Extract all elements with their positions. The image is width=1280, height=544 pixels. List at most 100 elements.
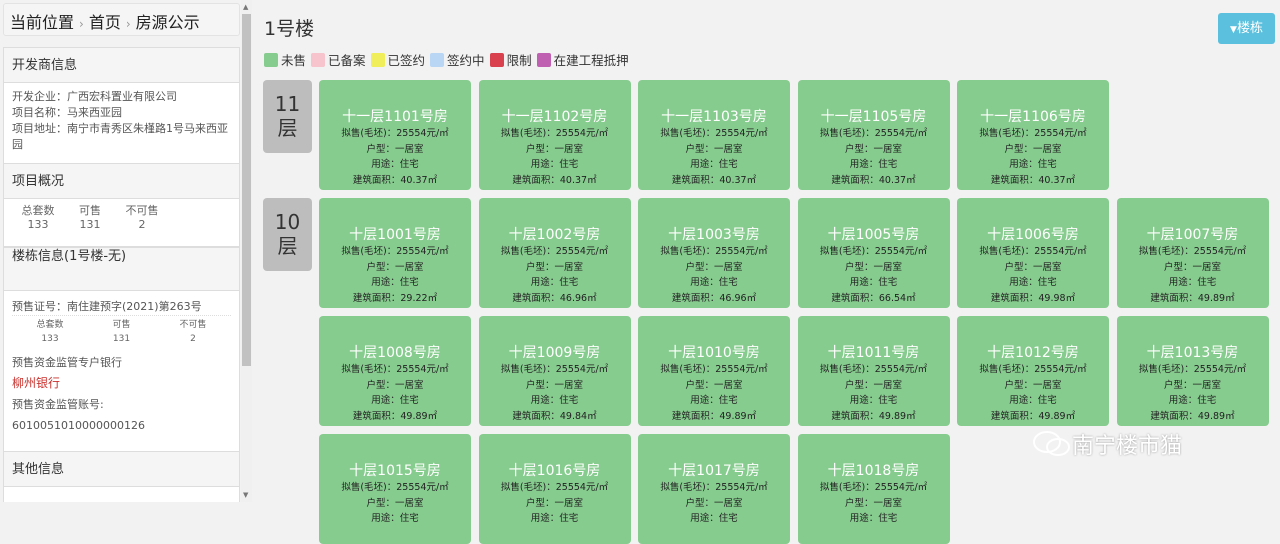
- room-card[interactable]: 十层1007号房 拟售(毛坯)：25554元/㎡ 户型：一居室 用途：住宅 建筑面…: [1116, 198, 1269, 308]
- room-card[interactable]: 十层1017号房 拟售(毛坯)：25554元/㎡ 户型：一居室 用途：住宅: [638, 434, 790, 544]
- stat-label: 可售: [112, 320, 131, 330]
- room-area: 建筑面积：46.96㎡: [512, 292, 597, 304]
- room-title: 十一层1103号房: [661, 109, 767, 125]
- building-stats: 总套数 133 可售 131 不可售 2: [12, 318, 231, 346]
- scroll-down-icon[interactable]: ▼: [243, 491, 248, 499]
- breadcrumb-home[interactable]: 首页: [89, 13, 121, 32]
- room-card[interactable]: 十层1016号房 拟售(毛坯)：25554元/㎡ 户型：一居室 用途：住宅: [478, 434, 631, 544]
- room-type: 户型：一居室: [366, 497, 424, 509]
- room-card[interactable]: 十层1003号房 拟售(毛坯)：25554元/㎡ 户型：一居室 用途：住宅 建筑面…: [638, 198, 790, 308]
- room-type: 户型：一居室: [366, 261, 424, 273]
- room-use: 用途：住宅: [371, 395, 419, 406]
- room-use: 用途：住宅: [690, 159, 738, 170]
- room-type: 户型：一居室: [525, 143, 583, 155]
- room-area: 建筑面积：29.22㎡: [352, 292, 438, 304]
- room-card[interactable]: 十层1013号房 拟售(毛坯)：25554元/㎡ 户型：一居室 用途：住宅 建筑面…: [1116, 316, 1269, 426]
- room-use: 用途：住宅: [371, 159, 419, 170]
- room-price: 拟售(毛坯)：25554元/㎡: [660, 128, 768, 139]
- legend-item: 在建工程抵押: [536, 50, 629, 69]
- room-card[interactable]: 十一层1106号房 拟售(毛坯)：25554元/㎡ 户型：一居室 用途：住宅 建筑…: [957, 80, 1109, 190]
- room-title: 十层1001号房: [349, 227, 441, 243]
- legend-swatch: [370, 52, 385, 67]
- building-filter-button[interactable]: ▼楼栋: [1218, 13, 1275, 44]
- developer-company: 开发企业：广西宏科置业有限公司: [12, 90, 177, 103]
- legend-swatch: [430, 52, 445, 67]
- main-content: 1号楼 ▼楼栋 未售 已备案 已签约 签约中 限制 在建工程抵押 11 层十一层1101号房…: [262, 0, 1280, 544]
- room-area: 建筑面积：49.89㎡: [671, 410, 757, 422]
- other-heading: 其他信息: [4, 452, 239, 487]
- room-type: 户型：一居室: [844, 497, 902, 509]
- scrollbar-thumb[interactable]: [242, 14, 251, 366]
- legend-label: 已备案: [328, 53, 366, 68]
- sidebar-scrollbar[interactable]: ▲ ▼: [241, 0, 252, 502]
- legend-item: 限制: [489, 50, 532, 69]
- room-card[interactable]: 十层1001号房 拟售(毛坯)：25554元/㎡ 户型：一居室 用途：住宅 建筑面…: [319, 198, 471, 308]
- floor-label: 11 层: [263, 80, 312, 153]
- stat-value: 133: [27, 218, 49, 231]
- room-area: 建筑面积：49.98㎡: [990, 292, 1076, 304]
- room-use: 用途：住宅: [690, 513, 738, 524]
- room-card[interactable]: 十一层1105号房 拟售(毛坯)：25554元/㎡ 户型：一居室 用途：住宅 建筑…: [797, 80, 950, 190]
- breadcrumb-listing[interactable]: 房源公示: [136, 13, 200, 32]
- legend-label: 已签约: [387, 53, 426, 68]
- room-area: 建筑面积：40.37㎡: [990, 174, 1076, 186]
- room-price: 拟售(毛坯)：25554元/㎡: [979, 128, 1087, 139]
- room-card[interactable]: 十层1006号房 拟售(毛坯)：25554元/㎡ 户型：一居室 用途：住宅 建筑面…: [957, 198, 1109, 308]
- room-use: 用途：住宅: [1009, 395, 1057, 406]
- building-heading: 楼栋信息(1号楼-无): [4, 248, 239, 291]
- room-title: 十层1016号房: [508, 463, 601, 479]
- status-legend: 未售 已备案 已签约 签约中 限制 在建工程抵押: [264, 50, 634, 69]
- room-card[interactable]: 十层1010号房 拟售(毛坯)：25554元/㎡ 户型：一居室 用途：住宅 建筑面…: [638, 316, 790, 426]
- room-price: 拟售(毛坯)：25554元/㎡: [500, 364, 609, 375]
- room-price: 拟售(毛坯)：25554元/㎡: [819, 128, 928, 139]
- room-card[interactable]: 十层1015号房 拟售(毛坯)：25554元/㎡ 户型：一居室 用途：住宅: [319, 434, 471, 544]
- room-card[interactable]: 十层1018号房 拟售(毛坯)：25554元/㎡ 户型：一居室 用途：住宅: [797, 434, 950, 544]
- bank-name: 柳州银行: [12, 376, 61, 390]
- watermark-text: 南宁楼市猫: [1072, 434, 1183, 459]
- legend-label: 限制: [506, 53, 532, 68]
- room-area: 建筑面积：49.89㎡: [352, 410, 438, 422]
- room-card[interactable]: 十层1011号房 拟售(毛坯)：25554元/㎡ 户型：一居室 用途：住宅 建筑面…: [797, 316, 950, 426]
- room-card[interactable]: 十一层1103号房 拟售(毛坯)：25554元/㎡ 户型：一居室 用途：住宅 建筑…: [638, 80, 790, 190]
- room-price: 拟售(毛坯)：25554元/㎡: [500, 246, 609, 257]
- room-title: 十层1013号房: [1146, 345, 1239, 361]
- room-price: 拟售(毛坯)：25554元/㎡: [341, 482, 449, 493]
- room-area: 建筑面积：40.37㎡: [352, 174, 438, 186]
- room-card[interactable]: 十层1005号房 拟售(毛坯)：25554元/㎡ 户型：一居室 用途：住宅 建筑面…: [797, 198, 950, 308]
- room-price: 拟售(毛坯)：25554元/㎡: [341, 364, 449, 375]
- room-price: 拟售(毛坯)：25554元/㎡: [660, 364, 768, 375]
- room-use: 用途：住宅: [371, 513, 419, 524]
- legend-item: 已备案: [311, 50, 366, 69]
- floor-number: 10: [274, 210, 301, 234]
- room-card[interactable]: 十层1008号房 拟售(毛坯)：25554元/㎡ 户型：一居室 用途：住宅 建筑面…: [319, 316, 471, 426]
- room-price: 拟售(毛坯)：25554元/㎡: [979, 364, 1087, 375]
- room-title: 十层1002号房: [508, 227, 601, 243]
- room-use: 用途：住宅: [530, 277, 579, 288]
- developer-panel: 开发商信息 开发企业：广西宏科置业有限公司 项目名称：马来西亚园 项目地址：南宁…: [3, 47, 240, 247]
- room-use: 用途：住宅: [1009, 277, 1057, 288]
- room-card[interactable]: 十一层1102号房 拟售(毛坯)：25554元/㎡ 户型：一居室 用途：住宅 建筑…: [478, 80, 631, 190]
- room-type: 户型：一居室: [685, 143, 743, 155]
- room-use: 用途：住宅: [690, 277, 738, 288]
- scroll-up-icon[interactable]: ▲: [243, 3, 248, 11]
- room-type: 户型：一居室: [1163, 379, 1221, 391]
- room-title: 十层1008号房: [349, 345, 441, 361]
- stat-label: 总套数: [36, 320, 64, 330]
- legend-swatch: [489, 52, 504, 67]
- room-area: 建筑面积：40.37㎡: [512, 174, 597, 186]
- room-type: 户型：一居室: [525, 261, 583, 273]
- breadcrumb-current: 当前位置: [10, 13, 75, 32]
- bank-label: 预售资金监管专户银行: [12, 356, 122, 369]
- room-card[interactable]: 十层1012号房 拟售(毛坯)：25554元/㎡ 户型：一居室 用途：住宅 建筑面…: [957, 316, 1109, 426]
- room-price: 拟售(毛坯)：25554元/㎡: [500, 128, 609, 139]
- room-card[interactable]: 十一层1101号房 拟售(毛坯)：25554元/㎡ 户型：一居室 用途：住宅 建筑…: [319, 80, 471, 190]
- room-area: 建筑面积：49.89㎡: [990, 410, 1076, 422]
- room-card[interactable]: 十层1002号房 拟售(毛坯)：25554元/㎡ 户型：一居室 用途：住宅建筑面…: [478, 198, 631, 308]
- room-card[interactable]: 十层1009号房 拟售(毛坯)：25554元/㎡ 户型：一居室 用途：住宅 建筑面…: [478, 316, 631, 426]
- room-price: 拟售(毛坯)：25554元/㎡: [1138, 246, 1247, 257]
- room-area: 建筑面积：66.54㎡: [831, 292, 916, 304]
- room-use: 用途：住宅: [849, 277, 898, 288]
- room-title: 十层1017号房: [668, 463, 760, 479]
- stat-value: 131: [79, 218, 101, 231]
- room-type: 户型：一居室: [525, 379, 583, 391]
